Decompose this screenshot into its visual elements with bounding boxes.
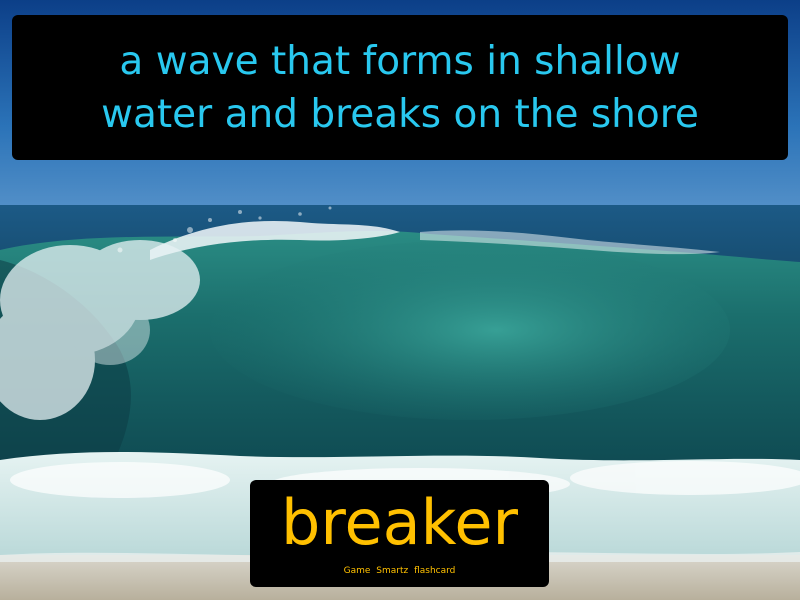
term-box: breaker Game Smartz flashcard — [250, 480, 549, 587]
definition-line-2: water and breaks on the shore — [101, 91, 699, 137]
definition-text: a wave that forms in shallow water and b… — [101, 35, 699, 141]
credit-label: Game Smartz flashcard — [343, 566, 456, 576]
definition-line-1: a wave that forms in shallow — [119, 38, 681, 84]
definition-box: a wave that forms in shallow water and b… — [12, 15, 788, 160]
term-word: breaker — [281, 486, 518, 559]
flashcard: a wave that forms in shallow water and b… — [0, 0, 800, 600]
